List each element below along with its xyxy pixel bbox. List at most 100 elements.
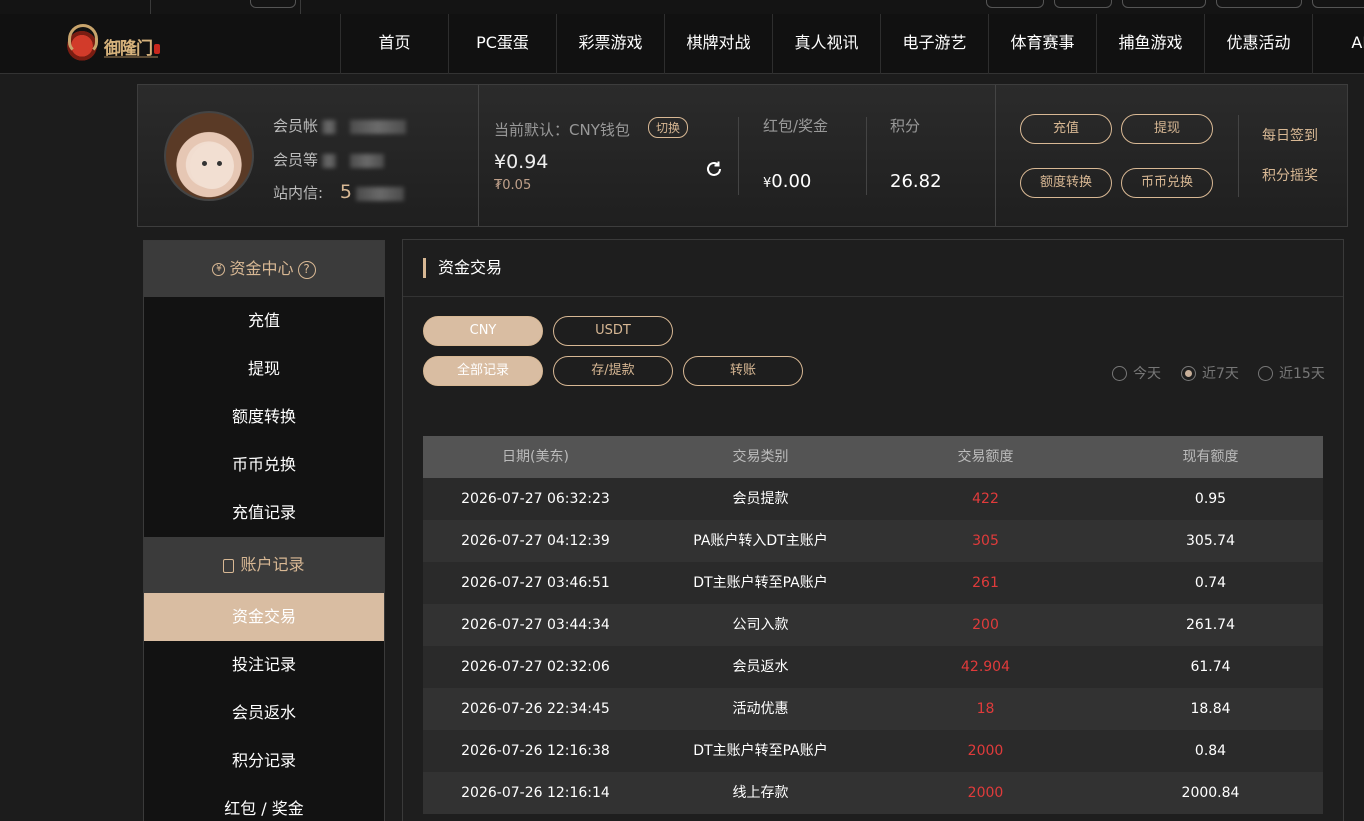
transfer-button[interactable]: 额度转换 (1020, 168, 1112, 198)
sidebar-item-exchange[interactable]: 币币兑换 (144, 441, 384, 489)
sidebar-item-rebate[interactable]: 会员返水 (144, 689, 384, 737)
sidebar-item-deposit[interactable]: 充值 (144, 297, 384, 345)
cell-date: 2026-07-27 04:12:39 (461, 533, 610, 549)
cell-type: DT主账户转至PA账户 (693, 743, 828, 759)
cell-date: 2026-07-26 12:16:14 (461, 785, 610, 801)
nav-item-chess[interactable]: 棋牌对战 (664, 14, 772, 74)
message-row[interactable]: 站内信: 5 (273, 181, 404, 203)
table-row: 2026-07-26 22:34:45 活动优惠 18 18.84 (423, 688, 1323, 730)
avatar-eye (217, 161, 222, 166)
cell-date: 2026-07-26 22:34:45 (461, 701, 610, 717)
top-pill[interactable] (1054, 0, 1112, 8)
cell-amount: 42.904 (961, 659, 1010, 675)
hongbao-value: ¥0.00 (763, 171, 811, 192)
radio-circle-icon (1112, 365, 1127, 381)
radio-today[interactable]: 今天 (1112, 363, 1161, 383)
points-lottery-link[interactable]: 积分摇奖 (1262, 165, 1318, 185)
hongbao-label: 红包/奖金 (763, 117, 829, 135)
level-label: 会员等 (273, 151, 319, 169)
sidebar-item-bonus[interactable]: 红包 / 奖金 (144, 785, 384, 821)
filter-all-records[interactable]: 全部记录 (423, 356, 543, 386)
sidebar-header-account-records: 账户记录 (144, 537, 384, 593)
wallet-label: 当前默认：CNY钱包 (494, 121, 630, 139)
sidebar-item-bet-records[interactable]: 投注记录 (144, 641, 384, 689)
cell-balance: 2000.84 (1181, 785, 1240, 801)
radio-7-days[interactable]: 近7天 (1181, 363, 1239, 383)
cell-amount: 422 (972, 491, 999, 507)
hongbao-amount: 0.00 (771, 171, 812, 192)
filter-deposit-withdraw[interactable]: 存/提款 (553, 356, 673, 386)
avatar (164, 111, 254, 201)
level-blur (350, 153, 385, 168)
sidebar-item-transfer[interactable]: 额度转换 (144, 393, 384, 441)
cell-balance: 0.84 (1194, 743, 1227, 759)
refresh-icon[interactable] (704, 159, 724, 179)
radio-15-days[interactable]: 近15天 (1258, 363, 1325, 383)
message-label: 站内信: (273, 184, 324, 202)
main-navbar: 御隆门 首页 PC蛋蛋 彩票游戏 棋牌对战 真人视讯 电子游艺 体育赛事 捕鱼游… (0, 14, 1364, 74)
nav-item-app[interactable]: APP (1312, 14, 1364, 74)
nav-item-fishing[interactable]: 捕鱼游戏 (1096, 14, 1204, 74)
cell-amount: 2000 (967, 785, 1004, 801)
cell-amount: 261 (972, 575, 999, 591)
cell-balance: 261.74 (1186, 617, 1235, 633)
sidebar-item-deposit-records[interactable]: 充值记录 (144, 489, 384, 537)
top-pill[interactable] (1122, 0, 1206, 8)
table-row: 2026-07-26 12:16:38 DT主账户转至PA账户 2000 0.8… (423, 730, 1323, 772)
wallet-usdt-balance: ₮0.05 (494, 178, 532, 193)
divider (995, 85, 996, 226)
sidebar: ¥ 资金中心? 充值 提现 额度转换 币币兑换 充值记录 账户记录 资金交易 投注… (143, 240, 385, 821)
top-pill[interactable] (1216, 0, 1302, 8)
cell-balance: 305.74 (1186, 533, 1235, 549)
table-row: 2026-07-27 03:46:51 DT主账户转至PA账户 261 0.74 (423, 562, 1323, 604)
title-divider (403, 296, 1343, 297)
cell-type: 线上存款 (732, 785, 789, 801)
top-pill[interactable] (986, 0, 1044, 8)
table-row: 2026-07-27 04:12:39 PA账户转入DT主账户 305 305.… (423, 520, 1323, 562)
divider (478, 85, 479, 226)
daily-signin-link[interactable]: 每日签到 (1262, 125, 1318, 145)
cell-type: PA账户转入DT主账户 (693, 533, 828, 549)
nav-item-promotions[interactable]: 优惠活动 (1204, 14, 1312, 74)
sidebar-item-fund-transactions[interactable]: 资金交易 (144, 593, 384, 641)
cell-type: 公司入款 (732, 617, 789, 633)
wallet-switch-button[interactable]: 切换 (648, 117, 689, 138)
fund-center-title: 资金中心 (229, 259, 294, 278)
account-row: 会员帐 (273, 115, 407, 136)
radio-7-days-label: 近7天 (1202, 366, 1239, 382)
top-divider (300, 0, 301, 14)
top-pill[interactable] (250, 0, 296, 8)
avatar-eye (202, 161, 207, 166)
nav-item-sports[interactable]: 体育赛事 (988, 14, 1096, 74)
table-row: 2026-07-27 06:32:23 会员提款 422 0.95 (423, 478, 1323, 520)
nav-item-lottery[interactable]: 彩票游戏 (556, 14, 664, 74)
sidebar-item-withdraw[interactable]: 提现 (144, 345, 384, 393)
radio-circle-icon (1258, 365, 1273, 381)
nav-item-live[interactable]: 真人视讯 (772, 14, 880, 74)
cell-date: 2026-07-27 02:32:06 (461, 659, 610, 675)
column-header-balance: 现有额度 (1182, 449, 1239, 465)
cell-date: 2026-07-26 12:16:38 (461, 743, 610, 759)
table-row: 2026-07-26 12:16:14 线上存款 2000 2000.84 (423, 772, 1323, 814)
top-pill[interactable] (1312, 0, 1364, 8)
nav-item-home[interactable]: 首页 (340, 14, 448, 74)
column-header-date: 日期(美东) (502, 449, 569, 465)
cell-type: 活动优惠 (732, 701, 789, 717)
nav-item-pc-egg[interactable]: PC蛋蛋 (448, 14, 556, 74)
yuan-icon: ¥ (212, 263, 226, 276)
tab-cny[interactable]: CNY (423, 316, 543, 346)
logo-horns-icon (68, 24, 98, 54)
tab-usdt[interactable]: USDT (553, 316, 673, 346)
site-logo[interactable]: 御隆门 (64, 22, 164, 66)
message-count: 5 (339, 181, 352, 203)
table-header: 日期(美东) 交易类别 交易额度 现有额度 (423, 436, 1323, 478)
filter-transfer[interactable]: 转账 (683, 356, 803, 386)
help-icon[interactable]: ? (297, 260, 316, 279)
deposit-button[interactable]: 充值 (1020, 114, 1112, 144)
sidebar-item-points-records[interactable]: 积分记录 (144, 737, 384, 785)
nav-item-slots[interactable]: 电子游艺 (880, 14, 988, 74)
exchange-button[interactable]: 币币兑换 (1121, 168, 1213, 198)
withdraw-button[interactable]: 提现 (1121, 114, 1213, 144)
cell-amount: 18 (976, 701, 995, 717)
nav-menu: 首页 PC蛋蛋 彩票游戏 棋牌对战 真人视讯 电子游艺 体育赛事 捕鱼游戏 优惠… (340, 14, 1364, 74)
